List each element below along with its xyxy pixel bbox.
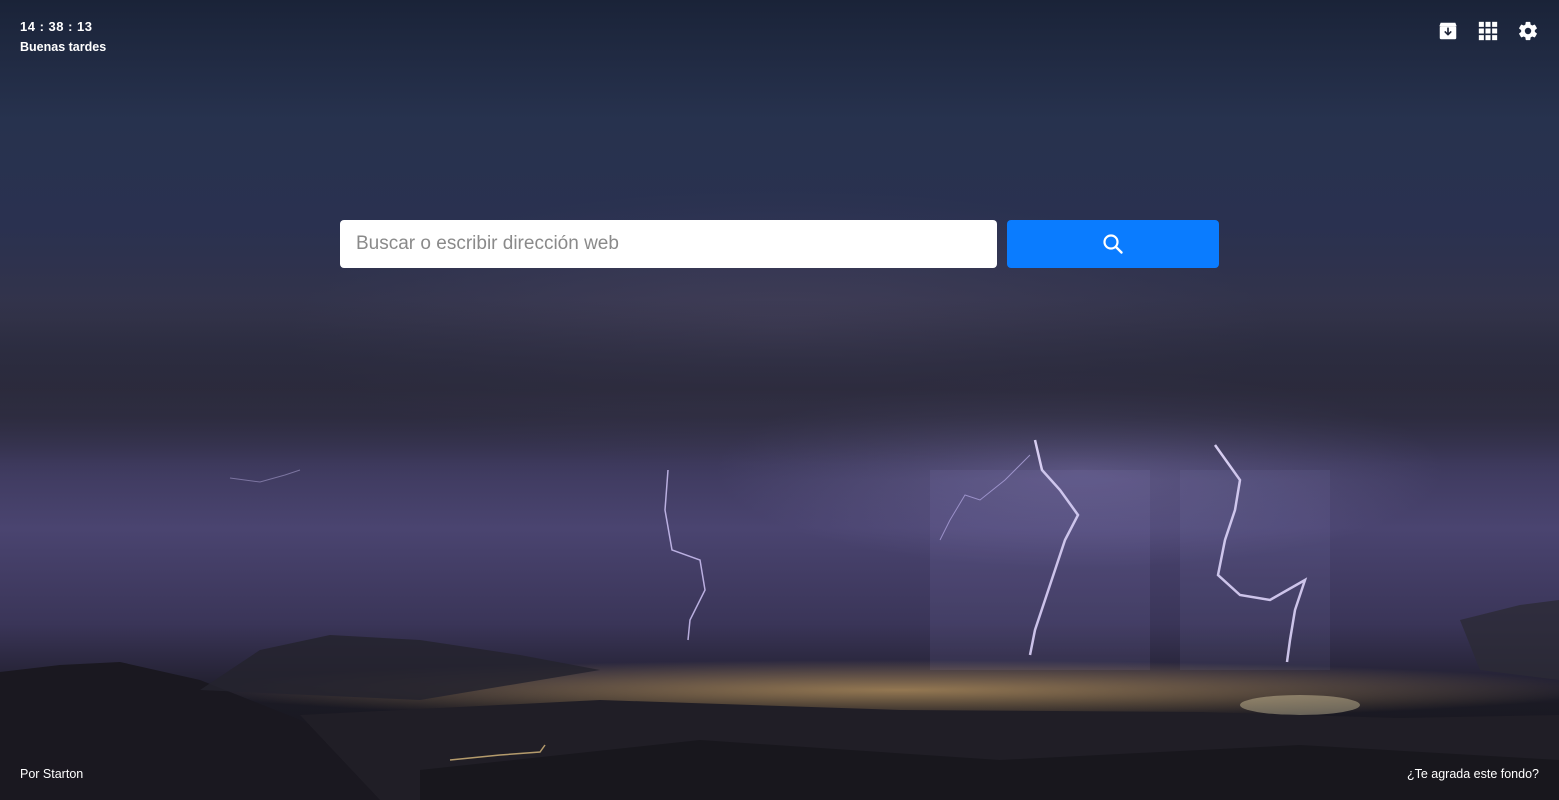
gear-icon[interactable] <box>1517 20 1539 42</box>
greeting: Buenas tardes <box>20 40 107 54</box>
wallpaper-feedback-link[interactable]: ¿Te agrada este fondo? <box>1407 767 1539 781</box>
apps-grid-icon[interactable] <box>1477 20 1499 42</box>
clock: 14 : 38 : 13 <box>20 19 93 34</box>
credit-text: Por Starton <box>20 767 84 781</box>
archive-download-icon[interactable] <box>1437 20 1459 42</box>
search-icon <box>1103 234 1123 254</box>
search-button[interactable] <box>1007 220 1219 268</box>
top-toolbar <box>1437 20 1539 42</box>
background-wallpaper <box>0 300 1559 800</box>
new-tab-page: 14 : 38 : 13 Buenas tardes Por S <box>0 0 1559 800</box>
search-input[interactable] <box>340 220 997 268</box>
